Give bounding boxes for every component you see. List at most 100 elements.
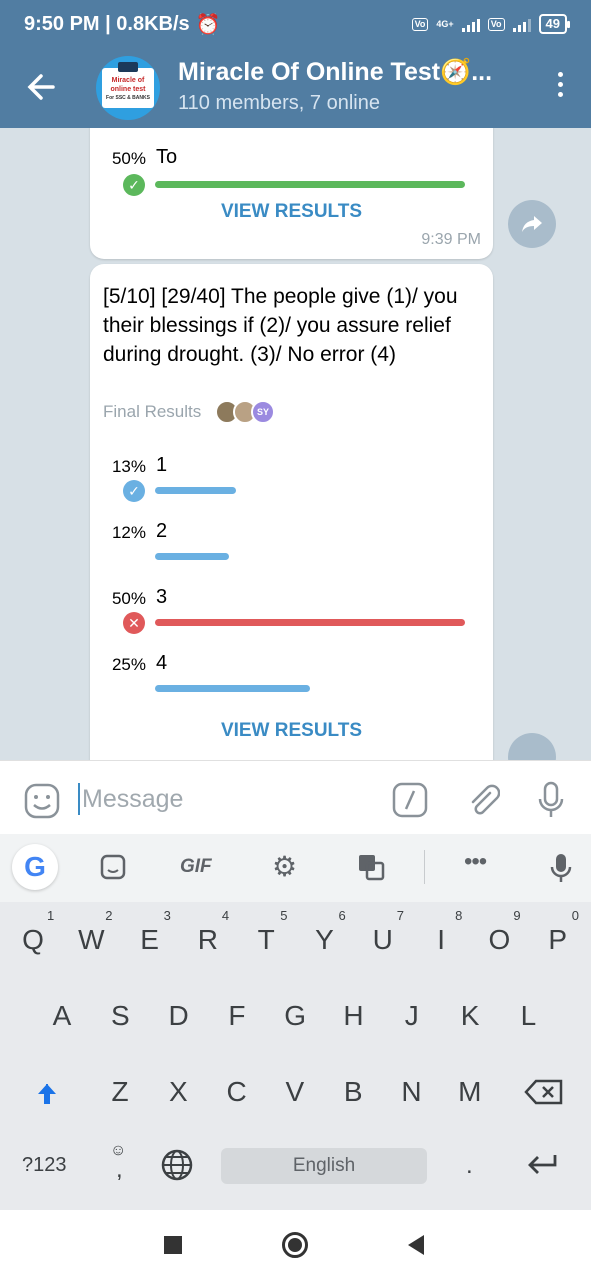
symbols-key[interactable]: ?123 [22, 1154, 67, 1177]
poll-bubble: [5/10] [29/40] The people give (1)/ you … [90, 264, 493, 760]
alarm-icon: ⏰ [195, 13, 221, 36]
key-u[interactable]: U [358, 924, 408, 956]
key-o[interactable]: O [474, 924, 524, 956]
key-hint: 3 [163, 908, 171, 923]
emoji-icon[interactable] [24, 783, 60, 819]
keyboard-mic-icon[interactable] [550, 852, 572, 884]
more-icon[interactable]: ••• [464, 848, 487, 876]
poll-bubble-previous: 50% To ✓ VIEW RESULTS 9:39 PM [90, 128, 493, 259]
bot-command-icon[interactable] [392, 782, 428, 818]
key-k[interactable]: K [445, 1000, 495, 1032]
voter-avatars: SY [215, 400, 275, 424]
key-c[interactable]: C [212, 1076, 262, 1108]
chat-header: Miracle of online test For SSC & BANKS Mi… [0, 48, 591, 128]
poll-option-bar [155, 553, 230, 560]
voter-badge: SY [251, 400, 275, 424]
key-r[interactable]: R [183, 924, 233, 956]
back-nav-icon[interactable] [406, 1234, 426, 1256]
shift-key-icon[interactable] [33, 1080, 61, 1108]
more-options-icon[interactable] [558, 72, 563, 97]
key-w[interactable]: W [66, 924, 116, 956]
signal2-icon [512, 16, 531, 32]
enter-icon[interactable] [526, 1152, 558, 1176]
share-icon[interactable] [508, 200, 556, 248]
key-a[interactable]: A [37, 1000, 87, 1032]
avatar-text: Miracle of online test [110, 77, 146, 93]
status-time: 9:50 PM | 0.8KB/s [24, 12, 190, 35]
key-n[interactable]: N [387, 1076, 437, 1108]
globe-icon[interactable] [160, 1148, 194, 1182]
key-z[interactable]: Z [95, 1076, 145, 1108]
key-hint: 4 [221, 908, 230, 923]
space-bar[interactable]: English [221, 1148, 427, 1184]
key-s[interactable]: S [95, 1000, 145, 1032]
key-hint: 0 [571, 908, 579, 923]
key-hint: 5 [280, 908, 288, 923]
group-avatar[interactable]: Miracle of online test For SSC & BANKS [96, 56, 160, 120]
avatar-tag: For SSC & BANKS [106, 95, 150, 101]
key-l[interactable]: L [503, 1000, 553, 1032]
key-p[interactable]: P [533, 924, 583, 956]
key-d[interactable]: D [154, 1000, 204, 1032]
gear-icon[interactable]: ⚙ [272, 850, 297, 883]
chat-area[interactable]: 50% To ✓ VIEW RESULTS 9:39 PM [5/10] [29… [0, 128, 591, 760]
key-hint: 9 [513, 908, 521, 923]
key-x[interactable]: X [153, 1076, 203, 1108]
key-j[interactable]: J [387, 1000, 437, 1032]
poll-option-bar [155, 685, 310, 692]
share-icon-partial[interactable] [508, 733, 556, 760]
key-hint: 6 [338, 908, 346, 923]
key-g[interactable]: G [270, 1000, 320, 1032]
final-results-label: Final Results [103, 402, 202, 421]
key-i[interactable]: I [416, 924, 466, 956]
poll-option-pct: 12% [111, 523, 146, 542]
key-hint: 1 [47, 908, 55, 923]
keyboard-toolbar: G GIF ⚙ ••• [0, 834, 591, 902]
poll-option-bar [155, 487, 236, 494]
key-hint: 2 [105, 908, 113, 923]
nav-bar [0, 1210, 591, 1280]
comma-key[interactable]: , [116, 1156, 123, 1184]
volte-icon: Vo [411, 17, 429, 31]
home-icon[interactable] [282, 1232, 308, 1258]
key-e[interactable]: E [125, 924, 175, 956]
wrong-x-icon: ✕ [123, 612, 145, 634]
back-arrow-icon[interactable] [26, 70, 56, 104]
key-b[interactable]: B [328, 1076, 378, 1108]
poll-option-text: 1 [156, 454, 168, 476]
key-m[interactable]: M [445, 1076, 495, 1108]
attach-icon[interactable] [466, 781, 500, 819]
poll-option-text: 3 [156, 586, 168, 608]
sticker-icon[interactable] [100, 854, 126, 880]
key-hint: 8 [455, 908, 463, 923]
volte2-icon: Vo [487, 17, 505, 31]
key-q[interactable]: Q [8, 924, 58, 956]
key-f[interactable]: F [212, 1000, 262, 1032]
poll-option-pct: 25% [111, 655, 146, 674]
status-bar: 9:50 PM | 0.8KB/s ⏰ Vo 4G+ Vo 49 [0, 0, 591, 48]
message-time: 9:39 PM [421, 231, 481, 248]
view-results-button[interactable]: VIEW RESULTS [90, 201, 493, 223]
period-key[interactable]: . [466, 1152, 473, 1180]
chat-subtitle: 110 members, 7 online [178, 92, 380, 114]
check-icon: ✓ [123, 174, 145, 196]
chat-title[interactable]: Miracle Of Online Test🧭... [178, 58, 492, 87]
view-results-button[interactable]: VIEW RESULTS [90, 720, 493, 742]
gif-button[interactable]: GIF [180, 856, 212, 878]
poll-option-text: 2 [156, 520, 168, 542]
chosen-check-icon: ✓ [123, 480, 145, 502]
poll-option-pct: 50% [111, 589, 146, 608]
recents-icon[interactable] [164, 1236, 182, 1254]
message-input[interactable]: Message [78, 783, 183, 815]
mic-icon[interactable] [538, 781, 564, 819]
google-g-icon[interactable]: G [12, 844, 58, 890]
key-h[interactable]: H [329, 1000, 379, 1032]
key-y[interactable]: Y [300, 924, 350, 956]
key-hint: 7 [396, 908, 405, 923]
key-t[interactable]: T [241, 924, 291, 956]
translate-icon[interactable] [357, 853, 385, 881]
poll-option-pct: 13% [111, 457, 146, 476]
backspace-icon[interactable] [524, 1078, 564, 1106]
key-v[interactable]: V [270, 1076, 320, 1108]
poll1-option-pct: 50% [111, 149, 146, 168]
